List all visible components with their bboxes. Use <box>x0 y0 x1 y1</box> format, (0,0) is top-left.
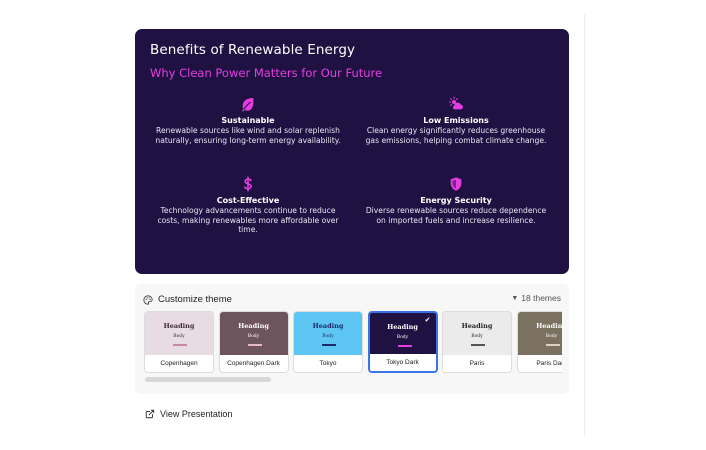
theme-name: Copenhagen <box>145 355 213 372</box>
customize-theme-panel: Customize theme ▼ 18 themes Heading Body C… <box>135 284 569 394</box>
external-link-icon <box>145 409 155 419</box>
filter-icon: ▼ <box>511 294 519 302</box>
theme-preview-line <box>397 345 412 347</box>
theme-card[interactable]: Heading Body Paris Dark <box>516 311 562 373</box>
theme-preview-heading: Heading <box>461 322 493 330</box>
feature-cost-effective: Cost-Effective Technology advancements c… <box>143 176 353 235</box>
theme-preview-line <box>471 344 485 346</box>
theme-preview-heading: Heading <box>238 322 269 330</box>
theme-preview: Heading Body <box>517 312 562 357</box>
feature-desc-line: time. <box>238 225 258 235</box>
theme-preview-body: Body <box>471 334 483 339</box>
feature-title: Energy Security <box>420 196 492 205</box>
slide-subtitle: Why Clean Power Matters for Our Future <box>150 66 383 80</box>
panel-divider <box>584 14 585 436</box>
theme-carousel[interactable]: Heading Body Copenhagen Heading Body Copenhag… <box>144 311 562 373</box>
theme-preview-heading: Heading <box>163 322 195 330</box>
view-presentation-label: View Presentation <box>160 409 233 419</box>
feature-desc-line: on imported fuels and increase resilienc… <box>376 215 536 225</box>
feature-low-emissions: Low Emissions Clean energy significantly… <box>351 96 561 145</box>
palette-icon <box>143 294 153 305</box>
panel-title: Customize theme <box>158 294 232 305</box>
theme-name: Tokyo <box>294 355 362 372</box>
theme-preview-body: Body <box>173 334 185 339</box>
theme-preview: Heading Body <box>145 312 213 357</box>
shield-icon <box>450 177 462 191</box>
theme-name: Tokyo Dark <box>369 354 436 371</box>
theme-preview-heading: Heading <box>536 322 562 330</box>
theme-preview-heading: Heading <box>387 323 418 331</box>
theme-card[interactable]: Heading Body Copenhagen Dark <box>218 311 289 373</box>
feature-title: Low Emissions <box>423 116 489 125</box>
theme-card[interactable]: Heading Body Tokyo <box>293 311 363 373</box>
feature-desc-line: costs, making renewables more affordable… <box>157 215 339 225</box>
carousel-scrollbar[interactable] <box>144 377 562 382</box>
panel-header: Customize theme <box>143 294 232 305</box>
theme-preview: Heading Body <box>219 312 288 357</box>
checkmark-icon: ✔ <box>424 317 431 324</box>
view-presentation-link[interactable]: View Presentation <box>145 409 232 419</box>
theme-card[interactable]: Heading Body Copenhagen <box>144 311 214 373</box>
feature-title: Cost-Effective <box>216 196 280 205</box>
feature-sustainable: Sustainable Renewable sources like wind … <box>143 96 353 145</box>
theme-card[interactable]: Heading Body Paris <box>442 311 512 373</box>
theme-name: Copenhagen Dark <box>219 355 288 372</box>
feature-title: Sustainable <box>221 116 275 125</box>
feature-desc-line: Diverse renewable sources reduce depende… <box>365 206 547 215</box>
theme-name: Paris Dark <box>517 355 562 372</box>
feature-desc-line: naturally, ensuring long-term energy ava… <box>155 135 341 145</box>
leaf-icon <box>242 98 254 112</box>
theme-preview-body: Body <box>322 334 334 339</box>
theme-preview: Heading Body <box>443 312 511 357</box>
feature-energy-security: Energy Security Diverse renewable source… <box>351 176 561 225</box>
sun-cloud-icon <box>448 96 463 110</box>
theme-preview-line <box>173 344 187 346</box>
feature-desc-line: Technology advancements continue to redu… <box>160 206 336 215</box>
slide-title: Benefits of Renewable Energy <box>150 42 356 58</box>
feature-desc-line: gas emissions, helping combat climate ch… <box>365 135 547 145</box>
theme-count[interactable]: ▼ 18 themes <box>511 293 561 303</box>
theme-preview-line <box>545 344 560 346</box>
slide-preview: Benefits of Renewable Energy Why Clean P… <box>135 29 569 274</box>
theme-preview-heading: Heading <box>312 322 344 330</box>
feature-desc-line: Clean energy significantly reduces green… <box>366 126 546 135</box>
theme-preview-line <box>322 344 336 346</box>
theme-preview-body: Body <box>545 334 558 339</box>
theme-preview-line <box>247 344 262 346</box>
theme-preview-body: Body <box>247 334 260 339</box>
scrollbar-thumb[interactable] <box>145 377 271 382</box>
feature-desc-line: Renewable sources like wind and solar re… <box>156 126 340 135</box>
theme-preview-body: Body <box>396 335 409 340</box>
theme-preview: Heading Body <box>294 312 362 357</box>
theme-name: Paris <box>443 355 511 372</box>
dollar-icon <box>243 176 252 192</box>
theme-count-label: 18 themes <box>521 293 561 303</box>
theme-card[interactable]: Heading Body ✔ Tokyo Dark <box>367 311 438 373</box>
